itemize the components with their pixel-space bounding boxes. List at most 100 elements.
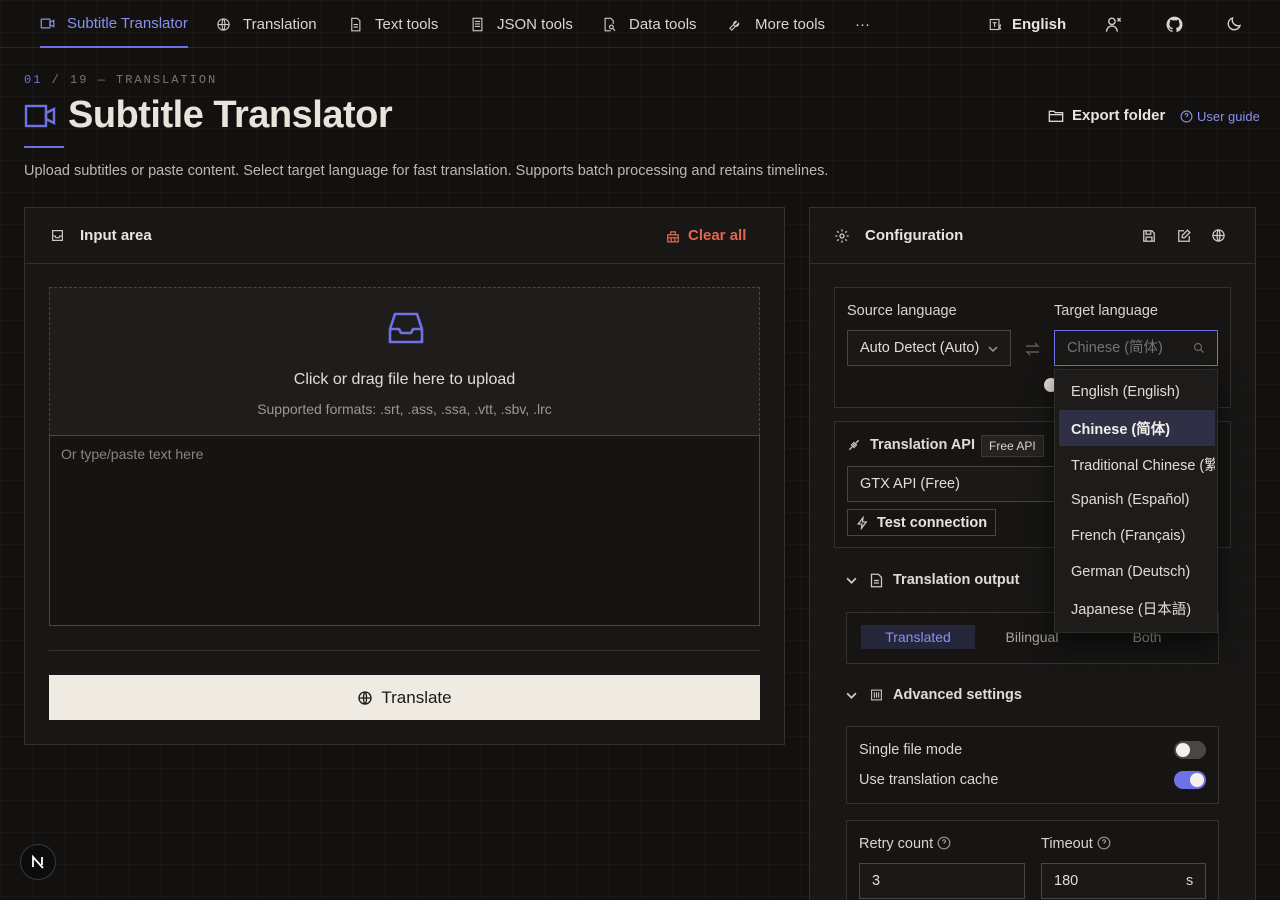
divider: [49, 650, 760, 651]
nav-item-label: Subtitle Translator: [67, 14, 188, 32]
help-circle-icon[interactable]: [1097, 836, 1111, 850]
edit-icon[interactable]: [1177, 229, 1191, 243]
upload-formats: Supported formats: .srt, .ass, .ssa, .vt…: [257, 401, 552, 417]
nav-item-label: More tools: [755, 15, 826, 33]
save-icon[interactable]: [1142, 229, 1156, 243]
nav-item-label: Text tools: [375, 15, 439, 33]
export-folder-label: Export folder: [1072, 107, 1166, 124]
language-option[interactable]: German (Deutsch): [1059, 554, 1215, 590]
nav-item-subtitle-translator[interactable]: Subtitle Translator: [40, 0, 188, 48]
source-language-value: Auto Detect (Auto): [860, 340, 980, 356]
globe-icon[interactable]: [1211, 228, 1226, 243]
translate-button[interactable]: Translate: [49, 675, 760, 720]
language-option[interactable]: French (Français): [1059, 518, 1215, 554]
clear-all-label: Clear all: [688, 227, 747, 244]
translation-cache-toggle[interactable]: [1174, 771, 1206, 789]
language-option[interactable]: Japanese (日本語): [1059, 590, 1215, 626]
translation-api-title: Translation API: [870, 437, 975, 453]
page-description: Upload subtitles or paste content. Selec…: [24, 163, 829, 179]
translation-output-title: Translation output: [893, 572, 1020, 588]
clear-icon: [667, 230, 679, 242]
document-icon: [351, 17, 361, 31]
gear-icon: [835, 229, 849, 243]
target-language-dropdown: English (English) Chinese (简体) Tradition…: [1054, 369, 1218, 633]
nav-overflow-button[interactable]: ···: [855, 0, 870, 48]
ellipsis-icon: ···: [855, 15, 870, 33]
clear-all-button[interactable]: Clear all: [666, 227, 746, 244]
source-language-label: Source language: [847, 303, 957, 319]
translation-api-value: GTX API (Free): [860, 476, 960, 492]
inbox-icon: [52, 230, 63, 241]
language-option[interactable]: Traditional Chinese (繁體): [1059, 446, 1215, 482]
retry-count-label: Retry count: [859, 836, 951, 852]
source-language-select[interactable]: Auto Detect (Auto): [847, 330, 1011, 366]
advanced-toggles-box: [846, 726, 1219, 804]
chevron-down-icon: [988, 346, 998, 353]
wrench-icon: [729, 20, 740, 31]
sliders-icon: [871, 689, 882, 701]
language-switcher[interactable]: English: [989, 0, 1066, 48]
text-input-area[interactable]: [49, 435, 760, 626]
translation-api-label: Translation API: [870, 437, 976, 453]
upload-title: Click or drag file here to upload: [293, 371, 516, 388]
nav-item-data-tools[interactable]: Data tools: [602, 0, 697, 48]
github-button[interactable]: [1165, 0, 1184, 48]
nextjs-dev-badge[interactable]: [20, 844, 56, 880]
page-title: Subtitle Translator: [68, 94, 393, 136]
list-doc-icon: [472, 17, 483, 31]
timeout-text: Timeout: [1041, 836, 1093, 852]
swap-icon[interactable]: [1025, 342, 1040, 356]
user-guide-label: User guide: [1197, 109, 1260, 124]
plug-icon: [848, 439, 860, 451]
user-icon: [1105, 16, 1122, 32]
help-circle-icon[interactable]: [937, 836, 951, 850]
language-icon: [989, 18, 1002, 30]
github-icon: [1166, 16, 1183, 32]
document-icon: [870, 573, 883, 587]
nav-item-label: Data tools: [629, 15, 697, 33]
chevron-down-icon[interactable]: [846, 690, 857, 701]
translate-label: Translate: [381, 687, 452, 707]
retry-count-text: Retry count: [859, 836, 934, 852]
page-title-row: Subtitle Translator: [24, 94, 393, 137]
breadcrumb: 01 / 19 — TRANSLATION: [24, 73, 217, 87]
breadcrumb-number: 01: [24, 73, 43, 87]
timeout-input[interactable]: [1041, 863, 1206, 899]
title-underline: [24, 146, 64, 148]
folder-icon: [1048, 110, 1064, 122]
file-upload-dropzone[interactable]: Click or drag file here to upload Suppor…: [49, 287, 760, 436]
test-connection-label: Test connection: [877, 514, 988, 531]
input-panel-title: Input area: [80, 227, 152, 244]
timeout-label: Timeout: [1041, 836, 1111, 852]
input-panel: Input area Clear all Click or drag file …: [24, 207, 785, 745]
lightning-icon: [856, 515, 868, 530]
advanced-settings-title: Advanced settings: [893, 687, 1022, 703]
chevron-down-icon[interactable]: [846, 575, 857, 586]
user-guide-link[interactable]: User guide: [1180, 109, 1260, 124]
inbox-icon: [388, 312, 424, 344]
language-option-selected[interactable]: Chinese (简体): [1059, 410, 1215, 446]
single-file-mode-toggle[interactable]: [1174, 741, 1206, 759]
nav-item-translation[interactable]: Translation: [216, 0, 317, 48]
test-connection-button[interactable]: Test connection: [847, 509, 997, 536]
account-button[interactable]: [1104, 0, 1123, 48]
advanced-settings-header[interactable]: Advanced settings: [870, 687, 1022, 703]
language-option[interactable]: Spanish (Español): [1059, 482, 1215, 518]
input-panel-header: Input area Clear all: [25, 208, 784, 264]
nav-item-label: JSON tools: [497, 15, 573, 33]
breadcrumb-text: / 19 — TRANSLATION: [42, 73, 218, 87]
moon-icon: [1227, 16, 1242, 31]
nav-item-text-tools[interactable]: Text tools: [348, 0, 438, 48]
retry-count-input[interactable]: [859, 863, 1025, 899]
language-option[interactable]: English (English): [1059, 374, 1215, 410]
nav-item-more-tools[interactable]: More tools: [728, 0, 825, 48]
output-mode-translated[interactable]: Translated: [861, 625, 975, 649]
theme-toggle[interactable]: [1225, 0, 1243, 48]
video-icon: [24, 104, 56, 127]
free-api-badge: Free API: [981, 435, 1044, 457]
export-folder-button[interactable]: Export folder: [1048, 107, 1165, 124]
translation-api-select[interactable]: GTX API (Free): [847, 466, 1057, 502]
nav-item-json-tools[interactable]: JSON tools: [470, 0, 573, 48]
translation-output-header[interactable]: Translation output: [870, 572, 1019, 588]
search-doc-icon: [604, 17, 616, 31]
